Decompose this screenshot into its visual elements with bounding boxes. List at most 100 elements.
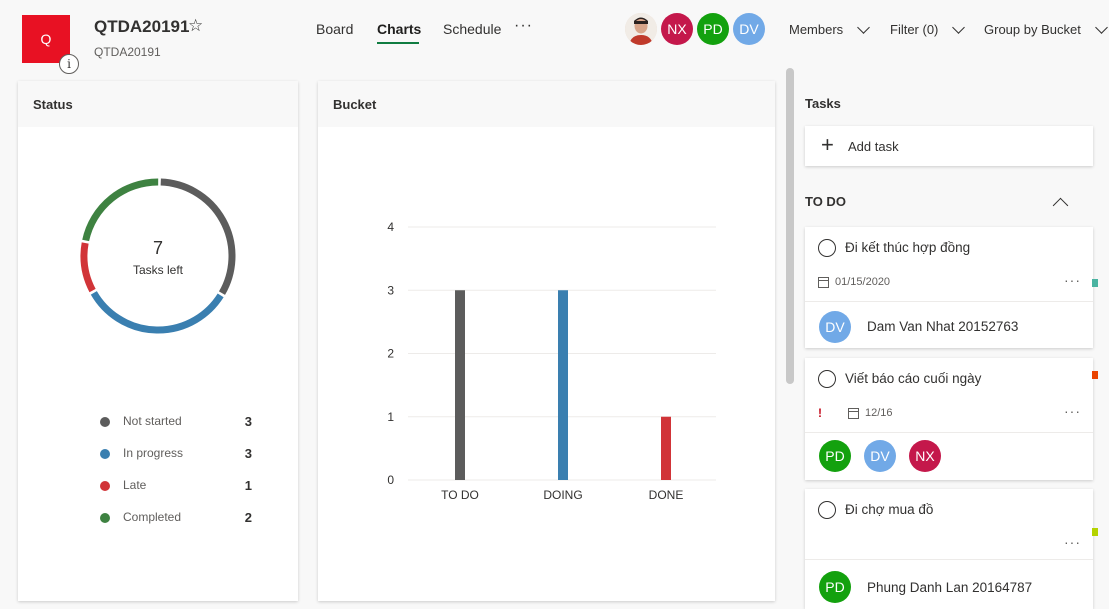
- tab-schedule[interactable]: Schedule: [443, 21, 501, 37]
- assignee-avatar[interactable]: DV: [819, 311, 851, 343]
- legend-dot: [100, 417, 110, 427]
- tasks-left-label: Tasks left: [133, 263, 184, 277]
- legend-label: Late: [123, 478, 147, 492]
- member-avatar-dv[interactable]: DV: [733, 13, 765, 45]
- plus-icon: +: [821, 132, 834, 157]
- task-divider: [805, 432, 1093, 433]
- calendar-icon: [818, 276, 829, 288]
- assignee-name: Dam Van Nhat 20152763: [867, 319, 1019, 334]
- member-avatar-nx[interactable]: NX: [661, 13, 693, 45]
- chevron-down-icon: [1094, 20, 1108, 34]
- x-tick-label: TO DO: [441, 488, 479, 502]
- assignee-avatar[interactable]: NX: [909, 440, 941, 472]
- legend-label: In progress: [123, 446, 184, 460]
- active-tab-indicator: [377, 42, 419, 44]
- plan-logo-letter: Q: [40, 31, 52, 47]
- x-tick-label: DOING: [543, 488, 582, 502]
- y-tick-label: 0: [387, 473, 394, 487]
- task-due-date: ! 12/16: [818, 406, 893, 420]
- bar-done[interactable]: [661, 416, 671, 480]
- user-photo-avatar[interactable]: [625, 13, 657, 45]
- task-more-button[interactable]: ···: [1064, 272, 1081, 288]
- group-by-menu[interactable]: Group by Bucket: [984, 20, 1108, 37]
- task-divider: [805, 301, 1093, 302]
- legend-label: Completed: [123, 510, 182, 524]
- legend-count: 1: [244, 478, 252, 493]
- filter-menu-label: Filter (0): [890, 22, 939, 37]
- due-date-text: 12/16: [865, 407, 893, 419]
- more-tabs-button[interactable]: ···: [514, 17, 533, 35]
- plan-subtitle: QTDA20191: [94, 45, 161, 59]
- legend-count: 2: [244, 510, 252, 525]
- bar-to-do[interactable]: [455, 290, 465, 480]
- task-title: Đi chợ mua đồ: [845, 502, 934, 517]
- status-card-title: Status: [33, 97, 73, 112]
- complete-task-checkbox[interactable]: [818, 370, 836, 388]
- legend-dot: [100, 449, 110, 459]
- task-due-date: 01/15/2020: [818, 276, 890, 288]
- legend-count: 3: [244, 414, 252, 429]
- user-photo-icon: [625, 13, 657, 45]
- bar-doing[interactable]: [558, 290, 568, 480]
- add-task-label: Add task: [848, 139, 899, 154]
- vertical-scrollbar[interactable]: [786, 68, 794, 384]
- status-donut-chart: 7 Tasks left: [80, 178, 236, 334]
- x-tick-label: DONE: [649, 488, 684, 502]
- complete-task-checkbox[interactable]: [818, 239, 836, 257]
- task-title: Đi kết thúc hợp đồng: [845, 240, 971, 255]
- task-divider: [805, 559, 1093, 560]
- bucket-card: Bucket 0 1 2 3 4 TO DO DOING DONE: [318, 81, 775, 601]
- task-label-strip: [1092, 371, 1098, 379]
- status-card: Status 7 Tasks left Not started 3 In progr…: [18, 81, 298, 601]
- legend-dot: [100, 481, 110, 491]
- assignee-avatar[interactable]: PD: [819, 571, 851, 603]
- task-card[interactable]: Đi chợ mua đồ ··· PD Phung Danh Lan 2016…: [805, 489, 1093, 609]
- member-avatar-pd[interactable]: PD: [697, 13, 729, 45]
- plan-title: QTDA20191: [94, 17, 190, 36]
- due-date-text: 01/15/2020: [835, 276, 891, 288]
- y-tick-label: 4: [387, 220, 394, 234]
- y-tick-label: 2: [387, 347, 394, 361]
- task-more-button[interactable]: ···: [1064, 534, 1081, 550]
- plan-header: Q i QTDA20191 ☆ QTDA20191 Board Charts S…: [0, 0, 1109, 74]
- legend-count: 3: [244, 446, 252, 461]
- task-card[interactable]: Đi kết thúc hợp đồng 01/15/2020 ··· DV D…: [805, 227, 1093, 348]
- info-icon[interactable]: i: [59, 54, 79, 74]
- complete-task-checkbox[interactable]: [818, 501, 836, 519]
- chevron-up-icon[interactable]: [1052, 197, 1069, 214]
- y-tick-label: 1: [387, 410, 394, 424]
- bucket-card-header: [318, 81, 775, 127]
- chevron-down-icon: [857, 20, 871, 34]
- task-label-strip: [1092, 528, 1098, 536]
- donut-segment-completed[interactable]: [82, 178, 159, 242]
- task-title: Viết báo cáo cuối ngày: [845, 371, 982, 386]
- urgent-priority-icon: !: [818, 406, 822, 420]
- y-tick-label: 3: [387, 283, 394, 297]
- tasks-panel-title: Tasks: [805, 96, 841, 111]
- group-by-menu-label: Group by Bucket: [984, 22, 1081, 37]
- bucket-name: TO DO: [805, 194, 846, 209]
- tasks-left-count: 7: [153, 238, 163, 258]
- legend-label: Not started: [123, 414, 182, 428]
- donut-segment-in-progress[interactable]: [90, 291, 224, 334]
- members-menu[interactable]: Members: [789, 20, 871, 37]
- filter-menu[interactable]: Filter (0): [890, 20, 966, 37]
- assignee-name: Phung Danh Lan 20164787: [867, 580, 1033, 595]
- add-task-button[interactable]: + Add task: [805, 126, 1093, 166]
- task-more-button[interactable]: ···: [1064, 403, 1081, 419]
- bucket-bar-chart: 0 1 2 3 4 TO DO DOING DONE: [387, 220, 716, 502]
- task-label-strip: [1092, 279, 1098, 287]
- info-icon-glyph: i: [67, 57, 71, 71]
- donut-segment-late[interactable]: [80, 242, 96, 293]
- chevron-down-icon: [952, 20, 966, 34]
- assignee-avatar[interactable]: PD: [819, 440, 851, 472]
- members-menu-label: Members: [789, 22, 844, 37]
- tab-board[interactable]: Board: [316, 21, 353, 37]
- assignee-avatar[interactable]: DV: [864, 440, 896, 472]
- favorite-star-icon[interactable]: ☆: [188, 16, 203, 36]
- task-card[interactable]: Viết báo cáo cuối ngày ! 12/16 ··· PD DV…: [805, 358, 1093, 480]
- tab-charts[interactable]: Charts: [377, 21, 421, 37]
- calendar-icon: [848, 407, 859, 419]
- legend-dot: [100, 513, 110, 523]
- bucket-card-title: Bucket: [333, 97, 377, 112]
